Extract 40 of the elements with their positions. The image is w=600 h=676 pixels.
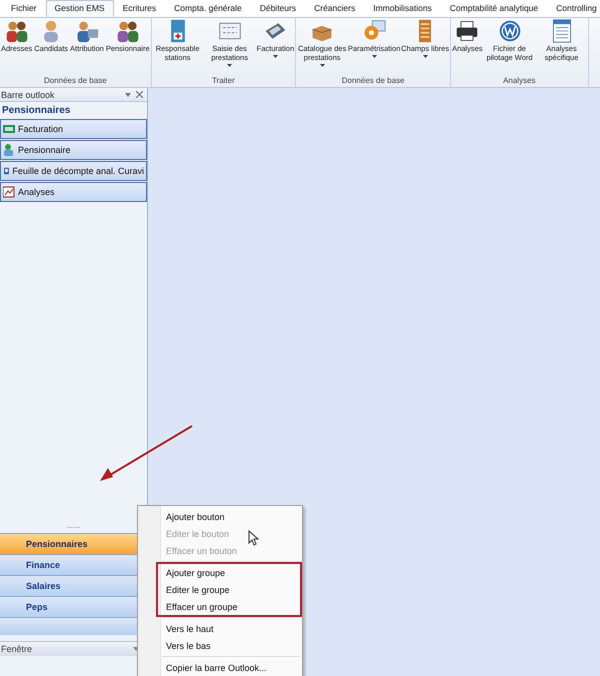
menu-item[interactable]: Vers le haut [162,620,300,637]
document-icon [3,165,10,177]
ribbon-tab[interactable]: Compta. générale [165,0,251,17]
people-icon [116,19,140,43]
person-icon [3,144,15,156]
ribbon-tab[interactable]: Ecritures [114,0,166,17]
mouse-cursor-icon [248,530,259,546]
menu-item[interactable]: Vers le bas [162,637,300,654]
ribbon-tab[interactable]: Controlling [547,0,600,17]
ribbon-tab[interactable]: Créanciers [305,0,364,17]
menu-item[interactable]: Ajouter groupe [162,564,300,581]
outlook-item[interactable]: Analyses [0,182,147,202]
menu-item[interactable]: Editer le groupe [162,581,300,598]
w-logo-icon [498,19,522,43]
group-label: Données de base [340,76,406,87]
ribbon-tab[interactable]: Débiteurs [250,0,306,17]
outlook-item[interactable]: Facturation [0,119,147,139]
people-icon [4,19,29,43]
group-label: Données de base [42,76,108,87]
ribbon-tab[interactable]: Comptabilité analytique [440,0,548,17]
group-label: Traiter [210,76,236,87]
person-computer-icon [74,19,99,43]
outlook-item[interactable]: Pensionnaire [0,140,147,160]
ribbon-tab[interactable]: Gestion EMS [46,0,114,17]
menu-item[interactable]: Ajouter bouton [162,508,300,525]
close-icon[interactable] [136,91,143,98]
chart-icon [3,186,15,198]
menu-item[interactable]: Copier la barre Outlook... [162,659,300,676]
outlook-item[interactable]: Feuille de décompte anal. Curavi [0,161,147,181]
pane-title: Barre outlook [1,90,56,100]
group-label: Analyses [502,76,537,87]
ribbon-tab[interactable]: Fichier [2,0,46,17]
footer-label: Fenêtre [1,644,32,654]
group-title: Pensionnaires [1,104,72,118]
menu-item[interactable]: Effacer un groupe [162,598,300,615]
screen-icon [3,123,15,135]
dropdown-icon[interactable] [125,92,131,96]
ribbon-tab[interactable]: Immobilisations [364,0,441,17]
printer-icon [455,19,480,43]
splitter-grip-icon[interactable] [66,526,80,529]
